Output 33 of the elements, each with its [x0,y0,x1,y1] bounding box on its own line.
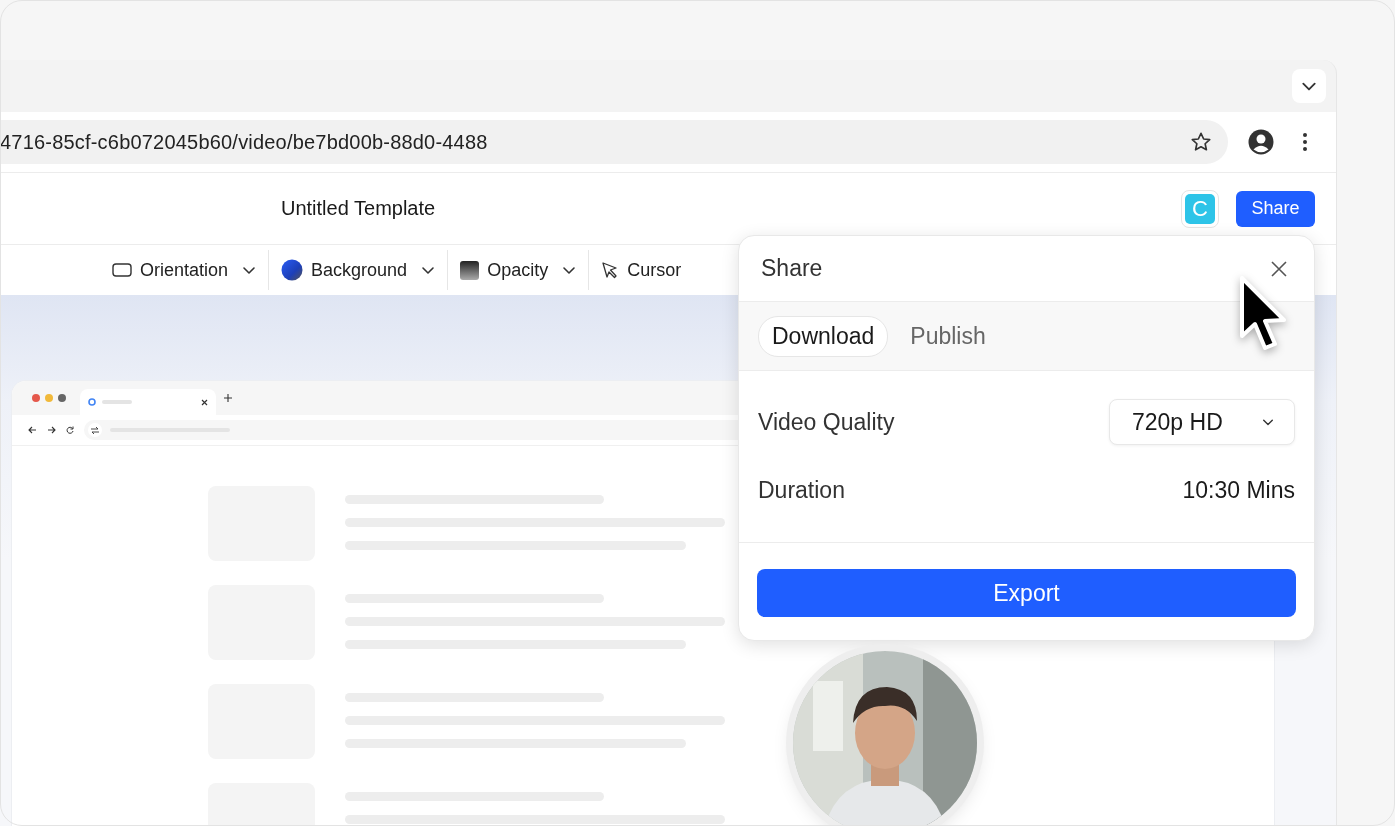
toolbar-dropdown[interactable]: Opacity [448,250,589,290]
minimize-dot [45,394,53,402]
back-arrow-icon [28,426,37,434]
panel-title: Share [761,255,823,282]
profile-icon[interactable] [1248,129,1274,155]
field-value: 10:30 Mins [1182,476,1295,504]
reload-icon [66,426,74,434]
export-button[interactable]: Export [757,569,1296,617]
field-label: Video Quality [758,408,895,436]
rectangle-icon [112,263,132,277]
gradient-square-icon [460,260,480,280]
toolbar-dropdown[interactable]: Orientation [100,250,269,290]
field-label: Duration [758,476,845,504]
share-button[interactable]: Share [1236,190,1315,227]
tab-list-button[interactable] [1292,69,1326,103]
panel-tab[interactable]: Publish [896,315,1000,357]
document-title: Untitled Template [281,197,437,220]
close-icon [201,398,208,406]
address-bar[interactable]: 4716-85cf-c6b072045b60/video/be7bd00b-88d0-4488 [0,120,1228,164]
favicon-icon [88,398,96,406]
quality-dropdown[interactable]: 720p HD [1109,399,1295,445]
swap-icon [91,426,99,434]
plus-icon [224,394,232,402]
star-icon[interactable] [1190,131,1212,153]
toolbar-dropdown[interactable]: Cursor [589,250,700,290]
close-button[interactable] [1271,260,1287,277]
zoom-dot [58,394,66,402]
more-options-icon[interactable] [1302,132,1308,152]
toolbar-dropdown[interactable]: Background [269,250,448,290]
panel-tab[interactable]: Download [758,315,889,357]
forward-arrow-icon [47,426,56,434]
globe-icon [281,259,304,281]
close-dot [32,394,40,402]
